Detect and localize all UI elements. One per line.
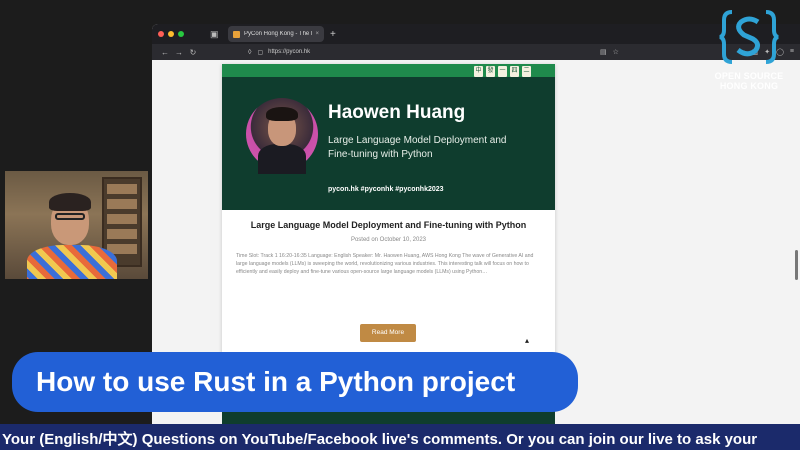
- banner-talk-title: Large Language Model Deployment and Fine…: [328, 135, 507, 160]
- navigation-bar: ← → ↻ ◊ ▢ https://pycon.hk ▤ ☆ ▭ ▥ ✦ ◯ ≡: [152, 44, 800, 60]
- mahjong-tile: 一: [498, 66, 507, 77]
- news-ticker: Your (English/中文) Questions on YouTube/F…: [0, 424, 800, 450]
- speaker-banner: 中 發 一 四 二 Haowen Huang Large Language Mo…: [222, 64, 555, 210]
- url-text[interactable]: https://pycon.hk: [268, 49, 310, 55]
- logo-text-line1: OPEN SOURCE: [714, 71, 784, 81]
- tab-title: PyCon Hong Kong - The leadi: [244, 31, 312, 37]
- new-tab-button[interactable]: +: [330, 29, 336, 40]
- mahjong-tile: 中: [474, 66, 483, 77]
- post-card: 中 發 一 四 二 Haowen Huang Large Language Mo…: [222, 64, 555, 354]
- lock-icon[interactable]: ▢: [257, 49, 263, 56]
- stream-frame: ▣ PyCon Hong Kong - The leadi × + ← → ↻ …: [0, 0, 800, 450]
- speaker-avatar: [246, 98, 318, 174]
- tab-close-icon[interactable]: ×: [315, 31, 319, 37]
- minimize-window-button[interactable]: [168, 31, 174, 37]
- favicon-icon: [233, 30, 240, 38]
- lower-third-banner: How to use Rust in a Python project: [12, 352, 578, 412]
- hashtags: pycon.hk #pyconhk #pyconhk2023: [328, 186, 444, 193]
- logo-mark-icon: [719, 10, 779, 64]
- lower-third-title: How to use Rust in a Python project: [36, 366, 516, 397]
- shield-icon[interactable]: ◊: [248, 49, 251, 56]
- presenter-shirt: [27, 245, 117, 279]
- speaker-name: Haowen Huang: [328, 102, 466, 123]
- reload-icon[interactable]: ↻: [186, 48, 200, 57]
- address-bar[interactable]: ◊ ▢ https://pycon.hk: [248, 47, 568, 58]
- presenter-hair: [49, 193, 91, 211]
- mahjong-tile: 四: [510, 66, 519, 77]
- webcam-feed: [5, 171, 148, 279]
- mahjong-tiles: 中 發 一 四 二: [474, 66, 531, 77]
- post-date: Posted on October 10, 2023: [350, 237, 427, 243]
- scrollbar[interactable]: [795, 250, 798, 280]
- tab-pycon[interactable]: PyCon Hong Kong - The leadi ×: [228, 26, 324, 42]
- forward-icon[interactable]: →: [172, 48, 186, 57]
- open-source-hong-kong-logo: OPEN SOURCE HONG KONG: [706, 8, 792, 91]
- presenter-glasses: [55, 213, 85, 220]
- close-window-button[interactable]: [158, 31, 164, 37]
- post-excerpt: Time Slot: Track 1 16:20-16:35 Language:…: [236, 253, 534, 275]
- logo-text-line2: HONG KONG: [719, 81, 779, 91]
- maximize-window-button[interactable]: [178, 31, 184, 37]
- ticker-text: Your (English/中文) Questions on YouTube/F…: [2, 431, 758, 448]
- tab-overview-icon[interactable]: ▣: [210, 29, 220, 39]
- reader-view-icon[interactable]: ▤: [600, 48, 607, 56]
- tab-bar: ▣ PyCon Hong Kong - The leadi × +: [152, 24, 800, 44]
- mahjong-tile: 二: [522, 66, 531, 77]
- read-more-button[interactable]: Read More: [360, 324, 416, 342]
- bookmark-star-icon[interactable]: ☆: [613, 48, 619, 56]
- mouse-cursor-icon: ▴: [525, 336, 530, 345]
- mahjong-tile: 發: [486, 66, 495, 77]
- back-icon[interactable]: ←: [158, 48, 172, 57]
- post-title[interactable]: Large Language Model Deployment and Fine…: [222, 220, 555, 230]
